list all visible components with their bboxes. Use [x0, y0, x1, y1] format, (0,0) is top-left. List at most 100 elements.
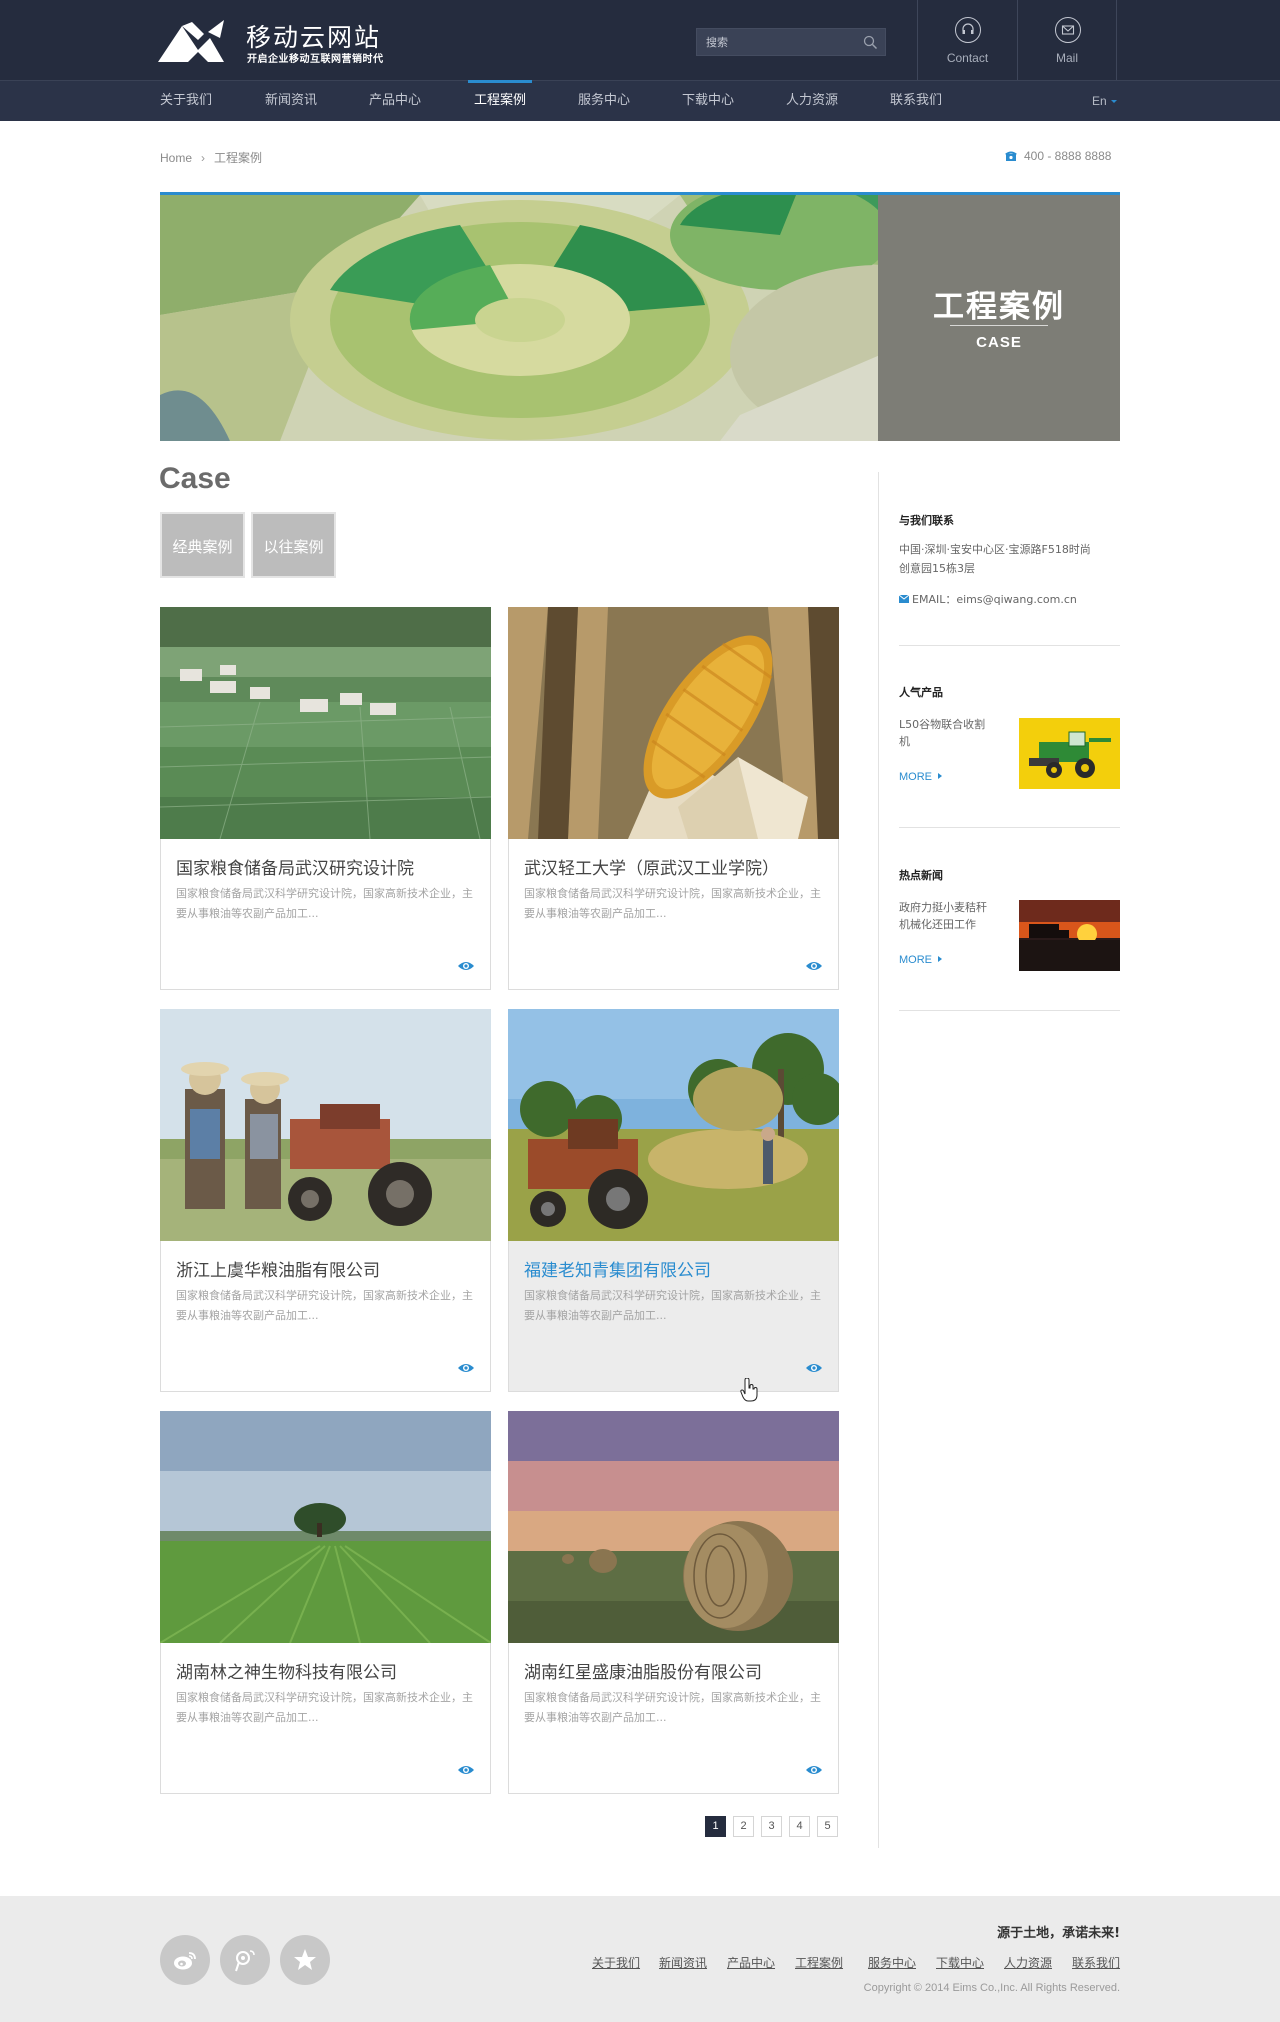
contact-button[interactable]: Contact	[917, 0, 1017, 80]
mail-label: Mail	[1055, 51, 1078, 65]
nav-item-service[interactable]: 服务中心	[578, 81, 630, 121]
breadcrumb-home[interactable]: Home	[160, 151, 192, 165]
caret-down-icon	[1110, 100, 1117, 104]
news-more-link[interactable]: MORE	[899, 954, 942, 966]
sidebar-product-name-line2[interactable]: 机	[899, 732, 910, 751]
footer-link-download[interactable]: 下载中心	[936, 1954, 984, 1971]
sidebar-divider	[899, 645, 1120, 646]
page-link[interactable]: 2	[733, 1816, 754, 1837]
case-card[interactable]: 国家粮食储备局武汉研究设计院 国家粮食储备局武汉科学研究设计院，国家高新技术企业…	[160, 607, 491, 990]
section-title: Case	[159, 462, 231, 495]
nav-item-products[interactable]: 产品中心	[369, 81, 421, 121]
contact-label: Contact	[946, 51, 989, 65]
case-description: 国家粮食储备局武汉科学研究设计院，国家高新技术企业，主要从事粮油等农副产品加工.…	[524, 1691, 821, 1724]
mail-small-icon	[898, 594, 910, 603]
page-link[interactable]: 1	[705, 1816, 726, 1837]
nav-item-cases[interactable]: 工程案例	[467, 80, 533, 121]
tab-past-cases[interactable]: 以往案例	[251, 512, 336, 578]
search-icon[interactable]	[863, 35, 878, 50]
product-image[interactable]	[1019, 718, 1120, 789]
search-box	[696, 28, 886, 56]
news-image[interactable]	[1019, 900, 1120, 971]
case-description: 国家粮食储备局武汉科学研究设计院，国家高新技术企业，主要从事粮油等农副产品加工.…	[524, 1289, 821, 1322]
case-card[interactable]: 湖南林之神生物科技有限公司 国家粮食储备局武汉科学研究设计院，国家高新技术企业，…	[160, 1411, 491, 1794]
footer-link-contact[interactable]: 联系我们	[1072, 1954, 1120, 1971]
eye-icon[interactable]	[805, 1764, 823, 1776]
nav-item-news[interactable]: 新闻资讯	[265, 81, 317, 121]
eye-icon[interactable]	[805, 1362, 823, 1374]
product-more-link[interactable]: MORE	[899, 771, 942, 783]
case-card[interactable]: 浙江上虞华粮油脂有限公司 国家粮食储备局武汉科学研究设计院，国家高新技术企业，主…	[160, 1009, 491, 1392]
case-title[interactable]: 湖南林之神生物科技有限公司	[176, 1658, 397, 1683]
sidebar-product-name-line1[interactable]: L50谷物联合收割	[899, 715, 985, 734]
mail-icon	[1055, 17, 1081, 43]
eye-icon[interactable]	[457, 960, 475, 972]
language-switch[interactable]: En	[1092, 81, 1117, 121]
banner-subtitle: CASE	[976, 334, 1022, 351]
case-title[interactable]: 福建老知青集团有限公司	[524, 1256, 711, 1281]
case-image[interactable]	[508, 1411, 839, 1643]
more-label: MORE	[899, 771, 932, 783]
case-title[interactable]: 国家粮食储备局武汉研究设计院	[176, 854, 414, 879]
nav-item-hr[interactable]: 人力资源	[786, 81, 838, 121]
case-image[interactable]	[160, 1411, 491, 1643]
sidebar-product-heading: 人气产品	[899, 686, 943, 699]
tencent-weibo-button[interactable]	[220, 1935, 270, 1985]
sidebar-address-line2: 创意园15栋3层	[899, 562, 975, 575]
case-description: 国家粮食储备局武汉科学研究设计院，国家高新技术企业，主要从事粮油等农副产品加工.…	[176, 887, 473, 920]
sidebar-email-text: EMAIL：eims@qiwang.com.cn	[912, 593, 1077, 606]
sidebar-news-title-line2[interactable]: 机械化还田工作	[899, 915, 976, 934]
language-label: En	[1092, 94, 1107, 108]
case-title[interactable]: 武汉轻工大学（原武汉工业学院）	[524, 854, 779, 879]
sidebar-divider	[899, 1010, 1120, 1011]
weibo-icon	[174, 1952, 196, 1970]
case-title[interactable]: 浙江上虞华粮油脂有限公司	[176, 1256, 380, 1281]
case-image[interactable]	[160, 1009, 491, 1241]
footer-link-about[interactable]: 关于我们	[592, 1954, 640, 1971]
case-card[interactable]: 福建老知青集团有限公司 国家粮食储备局武汉科学研究设计院，国家高新技术企业，主要…	[508, 1009, 839, 1392]
search-input[interactable]	[697, 29, 857, 55]
column-divider	[878, 472, 879, 1848]
copyright: Copyright © 2014 Eims Co.,Inc. All Right…	[863, 1982, 1120, 1994]
chevron-right-icon: ›	[201, 151, 206, 165]
page-link[interactable]: 3	[761, 1816, 782, 1837]
hand-cursor-icon	[740, 1378, 758, 1402]
footer-link-products[interactable]: 产品中心	[727, 1954, 775, 1971]
footer-link-news[interactable]: 新闻资讯	[659, 1954, 707, 1971]
footer-link-hr[interactable]: 人力资源	[1004, 1954, 1052, 1971]
nav-item-download[interactable]: 下载中心	[682, 81, 734, 121]
nav-item-contact[interactable]: 联系我们	[890, 81, 942, 121]
eye-icon[interactable]	[457, 1362, 475, 1374]
page-link[interactable]: 5	[817, 1816, 838, 1837]
case-description: 国家粮食储备局武汉科学研究设计院，国家高新技术企业，主要从事粮油等农副产品加工.…	[524, 887, 821, 920]
case-description: 国家粮食储备局武汉科学研究设计院，国家高新技术企业，主要从事粮油等农副产品加工.…	[176, 1289, 473, 1322]
case-card[interactable]: 湖南红星盛康油脂股份有限公司 国家粮食储备局武汉科学研究设计院，国家高新技术企业…	[508, 1411, 839, 1794]
banner-divider	[950, 325, 1048, 326]
case-title[interactable]: 湖南红星盛康油脂股份有限公司	[524, 1658, 762, 1683]
weibo-button[interactable]	[160, 1935, 210, 1985]
sidebar-divider	[899, 827, 1120, 828]
favorite-button[interactable]	[280, 1935, 330, 1985]
sidebar-email[interactable]: EMAIL：eims@qiwang.com.cn	[898, 590, 1077, 609]
main-nav: 关于我们 新闻资讯 产品中心 工程案例 服务中心 下载中心 人力资源 联系我们 …	[0, 80, 1280, 121]
logo[interactable]	[158, 20, 230, 62]
case-card[interactable]: 武汉轻工大学（原武汉工业学院） 国家粮食储备局武汉科学研究设计院，国家高新技术企…	[508, 607, 839, 990]
footer-slogan: 源于土地，承诺未来!	[997, 1926, 1120, 1941]
footer: 源于土地，承诺未来! 关于我们 新闻资讯 产品中心 工程案例 服务中心 下载中心…	[0, 1896, 1280, 2022]
sidebar-contact-heading: 与我们联系	[899, 514, 954, 527]
headset-icon	[955, 17, 981, 43]
sidebar-news-heading: 热点新闻	[899, 869, 943, 882]
case-image[interactable]	[508, 607, 839, 839]
site-slogan: 开启企业移动互联网营销时代	[247, 54, 384, 65]
nav-item-about[interactable]: 关于我们	[160, 81, 212, 121]
case-image[interactable]	[160, 607, 491, 839]
mail-button[interactable]: Mail	[1017, 0, 1117, 80]
eye-icon[interactable]	[805, 960, 823, 972]
page-link[interactable]: 4	[789, 1816, 810, 1837]
eye-icon[interactable]	[457, 1764, 475, 1776]
footer-link-service[interactable]: 服务中心	[868, 1954, 916, 1971]
case-image[interactable]	[508, 1009, 839, 1241]
more-label: MORE	[899, 954, 932, 966]
footer-link-cases[interactable]: 工程案例	[795, 1954, 843, 1971]
tab-classic-cases[interactable]: 经典案例	[160, 512, 245, 578]
